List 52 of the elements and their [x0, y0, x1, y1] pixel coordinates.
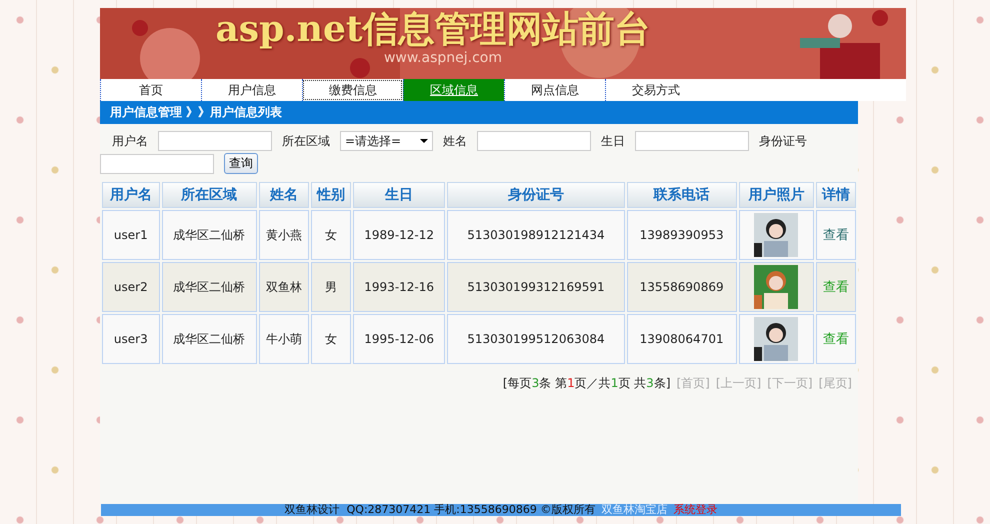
table-cell: user3: [102, 314, 160, 364]
field-label: 生日: [601, 132, 625, 150]
table-cell: 牛小萌: [258, 314, 309, 364]
table-cell: 13558690869: [626, 262, 737, 312]
search-button[interactable]: 查询: [224, 153, 258, 174]
site-title: asp.net信息管理网站前台: [215, 8, 650, 50]
input-field[interactable]: [100, 154, 214, 174]
view-link[interactable]: 查看: [822, 332, 849, 347]
table-cell: 男: [310, 262, 351, 312]
site-url: www.aspnej.com: [384, 50, 502, 66]
region-select[interactable]: =请选择=: [340, 131, 433, 151]
table-cell: user1: [102, 210, 160, 260]
table-cell: 成华区二仙桥: [162, 210, 257, 260]
column-header: 性别: [310, 182, 351, 208]
column-header: 用户名: [102, 182, 160, 208]
input-field[interactable]: [158, 131, 272, 151]
table-cell: 513030199312169591: [447, 262, 624, 312]
input-field[interactable]: [477, 131, 591, 151]
page-info: [每页3条 第1页／共1页 共3条]: [502, 375, 670, 392]
field-label: 姓名: [443, 132, 467, 150]
column-header: 生日: [352, 182, 446, 208]
table-cell: 513030198912121434: [447, 210, 624, 260]
column-header: 身份证号: [447, 182, 624, 208]
table-cell: 黄小燕: [258, 210, 309, 260]
view-link[interactable]: 查看: [822, 228, 849, 243]
column-header: 详情: [816, 182, 856, 208]
caret-icon: [420, 139, 428, 143]
table-cell: 双鱼林: [258, 262, 309, 312]
column-header: 姓名: [258, 182, 309, 208]
table-cell: 成华区二仙桥: [162, 262, 257, 312]
breadcrumb: 用户信息管理 》》用户信息列表: [100, 101, 858, 124]
shop-link[interactable]: 双鱼林淘宝店: [601, 504, 668, 516]
column-header: 用户照片: [738, 182, 814, 208]
field-label: 身份证号: [759, 132, 807, 150]
table-cell: user2: [102, 262, 160, 312]
view-link[interactable]: 查看: [822, 280, 849, 295]
table-cell: 成华区二仙桥: [162, 314, 257, 364]
table-cell: 女: [310, 210, 351, 260]
table-cell: 1989-12-12: [352, 210, 446, 260]
table-cell: 13989390953: [626, 210, 737, 260]
nav-link[interactable]: 区域信息: [403, 79, 504, 101]
table-cell: 1995-12-06: [352, 314, 446, 364]
footer-text: 双鱼林设计 QQ:287307421 手机:13558690869 ©版权所有: [284, 504, 596, 516]
field-label: 所在区域: [282, 132, 330, 150]
column-header: 联系电话: [626, 182, 737, 208]
field-label: 用户名: [112, 132, 148, 150]
table-cell: 女: [310, 314, 351, 364]
input-field[interactable]: [635, 131, 749, 151]
table-cell: 13908064701: [626, 314, 737, 364]
table-cell: 1993-12-16: [352, 262, 446, 312]
table-cell: 513030199512063084: [447, 314, 624, 364]
column-header: 所在区域: [162, 182, 257, 208]
